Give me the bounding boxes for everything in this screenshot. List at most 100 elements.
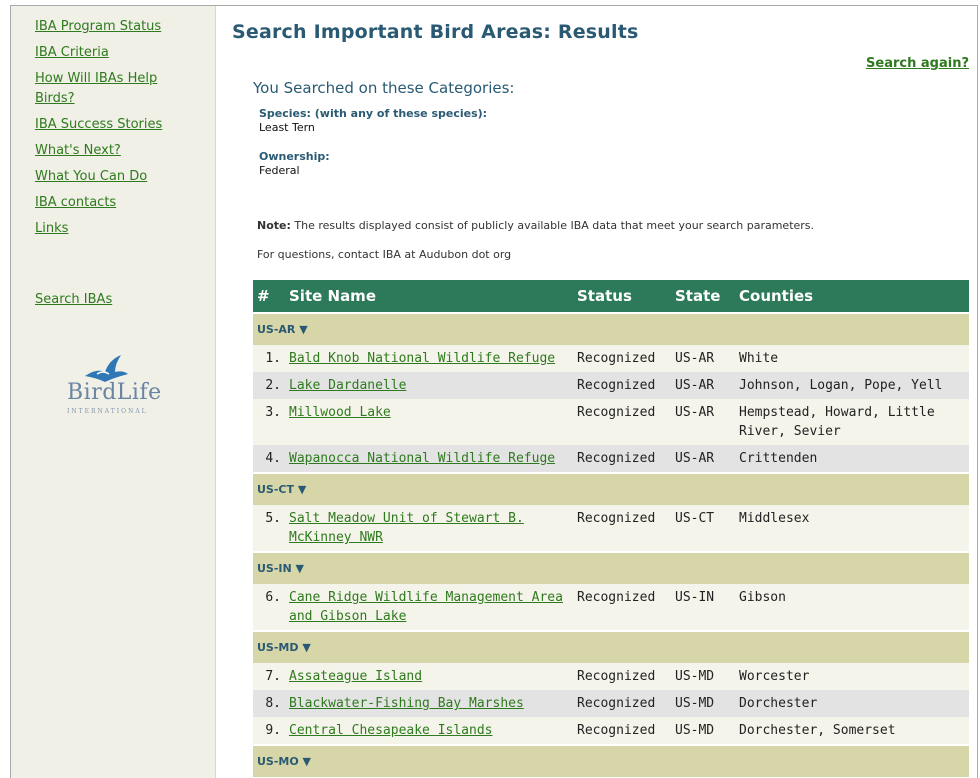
site-name-link[interactable]: Wapanocca National Wildlife Refuge	[289, 451, 555, 466]
cell-counties: Johnson, Logan, Pope, Yell	[735, 372, 969, 399]
cell-num: 1.	[253, 345, 285, 372]
cell-state: US-AR	[671, 372, 735, 399]
state-group-toggle[interactable]: US-CT ▼	[253, 472, 969, 505]
cell-num: 2.	[253, 372, 285, 399]
row-state: US-AR	[675, 405, 715, 420]
cell-state: US-CT	[671, 505, 735, 552]
cell-num: 6.	[253, 584, 285, 631]
site-name-link[interactable]: Bald Knob National Wildlife Refuge	[289, 351, 555, 366]
row-counties: Dorchester, Somerset	[739, 723, 896, 738]
cell-num: 9.	[253, 717, 285, 745]
row-number: 1.	[265, 351, 281, 366]
contact-text: For questions, contact IBA at Audubon do…	[257, 248, 512, 261]
cell-counties: Worcester	[735, 663, 969, 690]
row-status: Recognized	[577, 511, 656, 526]
page-frame: IBA Program Status IBA Criteria How Will…	[10, 5, 978, 778]
cell-num: 3.	[253, 399, 285, 445]
nav-program-status-link[interactable]: IBA Program Status	[35, 19, 161, 34]
table-row: 9. Central Chesapeake Islands Recognized US…	[253, 717, 969, 745]
note-label: Note:	[257, 219, 291, 232]
cell-site: Millwood Lake	[285, 399, 573, 445]
site-name-link[interactable]: Cane Ridge Wildlife Management Area and …	[289, 590, 563, 624]
row-state: US-AR	[675, 451, 715, 466]
results-note: Note: The results displayed consist of p…	[257, 219, 814, 232]
row-status: Recognized	[577, 669, 656, 684]
nav-what-you-can-do-link[interactable]: What You Can Do	[35, 169, 147, 184]
row-counties: Crittenden	[739, 451, 818, 466]
sidebar: IBA Program Status IBA Criteria How Will…	[11, 6, 216, 778]
row-status: Recognized	[577, 590, 656, 605]
state-group-row: US-IN ▼	[253, 551, 969, 584]
nav-success-stories-link[interactable]: IBA Success Stories	[35, 117, 162, 132]
state-group-toggle[interactable]: US-MD ▼	[253, 630, 969, 663]
site-name-link[interactable]: Blackwater-Fishing Bay Marshes	[289, 696, 524, 711]
cell-status: Recognized	[573, 445, 671, 473]
cell-state: US-AR	[671, 399, 735, 445]
row-state: US-AR	[675, 351, 715, 366]
row-counties: Worcester	[739, 669, 810, 684]
state-group-toggle[interactable]: US-AR ▼	[253, 312, 969, 345]
row-state: US-MD	[675, 669, 715, 684]
col-header-counties[interactable]: Counties	[735, 280, 969, 313]
nav-links-link[interactable]: Links	[35, 221, 68, 236]
table-row: 8. Blackwater-Fishing Bay Marshes Recogniz…	[253, 690, 969, 717]
row-counties: Gibson	[739, 590, 786, 605]
row-status: Recognized	[577, 451, 656, 466]
row-status: Recognized	[577, 696, 656, 711]
cell-status: Recognized	[573, 399, 671, 445]
birdlife-logo[interactable]: BirdLife INTERNATIONAL	[51, 354, 181, 416]
cell-counties: Dorchester	[735, 690, 969, 717]
row-number: 2.	[265, 378, 281, 393]
col-header-number: #	[253, 280, 285, 313]
site-name-link[interactable]: Lake Dardanelle	[289, 378, 406, 393]
row-number: 4.	[265, 451, 281, 466]
nav-how-help-link[interactable]: How Will IBAs Help Birds?	[35, 71, 157, 106]
species-criteria-label: Species: (with any of these species):	[259, 107, 488, 120]
sidebar-nav: IBA Program Status IBA Criteria How Will…	[11, 6, 215, 238]
cell-status: Recognized	[573, 584, 671, 631]
cell-counties: Dorchester, Somerset	[735, 717, 969, 745]
results-table: # Site Name Status State Counties US-AR …	[253, 280, 969, 777]
cell-counties: Middlesex	[735, 505, 969, 552]
cell-state: US-AR	[671, 445, 735, 473]
cell-counties: White	[735, 345, 969, 372]
results-body: US-AR ▼ 1. Bald Knob National Wildlife Ref…	[253, 312, 969, 777]
cell-state: US-IN	[671, 584, 735, 631]
row-state: US-MD	[675, 696, 715, 711]
search-again-link[interactable]: Search again?	[866, 56, 969, 71]
site-name-link[interactable]: Millwood Lake	[289, 405, 391, 420]
nav-criteria-link[interactable]: IBA Criteria	[35, 45, 109, 60]
table-row: 7. Assateague Island Recognized US-MD Worces…	[253, 663, 969, 690]
site-name-link[interactable]: Salt Meadow Unit of Stewart B. McKinney …	[289, 511, 524, 545]
ownership-criteria-value: Federal	[259, 164, 300, 177]
state-group-row: US-AR ▼	[253, 312, 969, 345]
col-header-status[interactable]: Status	[573, 280, 671, 313]
site-name-link[interactable]: Central Chesapeake Islands	[289, 723, 493, 738]
cell-counties: Hempstead, Howard, Little River, Sevier	[735, 399, 969, 445]
cell-site: Blackwater-Fishing Bay Marshes	[285, 690, 573, 717]
cell-site: Bald Knob National Wildlife Refuge	[285, 345, 573, 372]
row-counties: Dorchester	[739, 696, 818, 711]
cell-status: Recognized	[573, 717, 671, 745]
table-row: 1. Bald Knob National Wildlife Refuge Reco…	[253, 345, 969, 372]
row-number: 5.	[265, 511, 281, 526]
logo-wordmark: BirdLife	[67, 380, 162, 405]
cell-status: Recognized	[573, 663, 671, 690]
cell-site: Lake Dardanelle	[285, 372, 573, 399]
row-state: US-CT	[675, 511, 715, 526]
cell-state: US-AR	[671, 345, 735, 372]
col-header-state[interactable]: State	[671, 280, 735, 313]
col-header-site-name[interactable]: Site Name	[285, 280, 573, 313]
site-name-link[interactable]: Assateague Island	[289, 669, 422, 684]
search-ibas-link[interactable]: Search IBAs	[35, 292, 112, 307]
cell-num: 7.	[253, 663, 285, 690]
state-group-toggle[interactable]: US-IN ▼	[253, 551, 969, 584]
row-number: 7.	[265, 669, 281, 684]
searched-heading: You Searched on these Categories:	[253, 79, 515, 97]
nav-contacts-link[interactable]: IBA contacts	[35, 195, 116, 210]
ownership-criteria-label: Ownership:	[259, 150, 330, 163]
state-group-toggle[interactable]: US-MO ▼	[253, 744, 969, 777]
cell-status: Recognized	[573, 345, 671, 372]
nav-whats-next-link[interactable]: What's Next?	[35, 143, 121, 158]
cell-counties: Gibson	[735, 584, 969, 631]
